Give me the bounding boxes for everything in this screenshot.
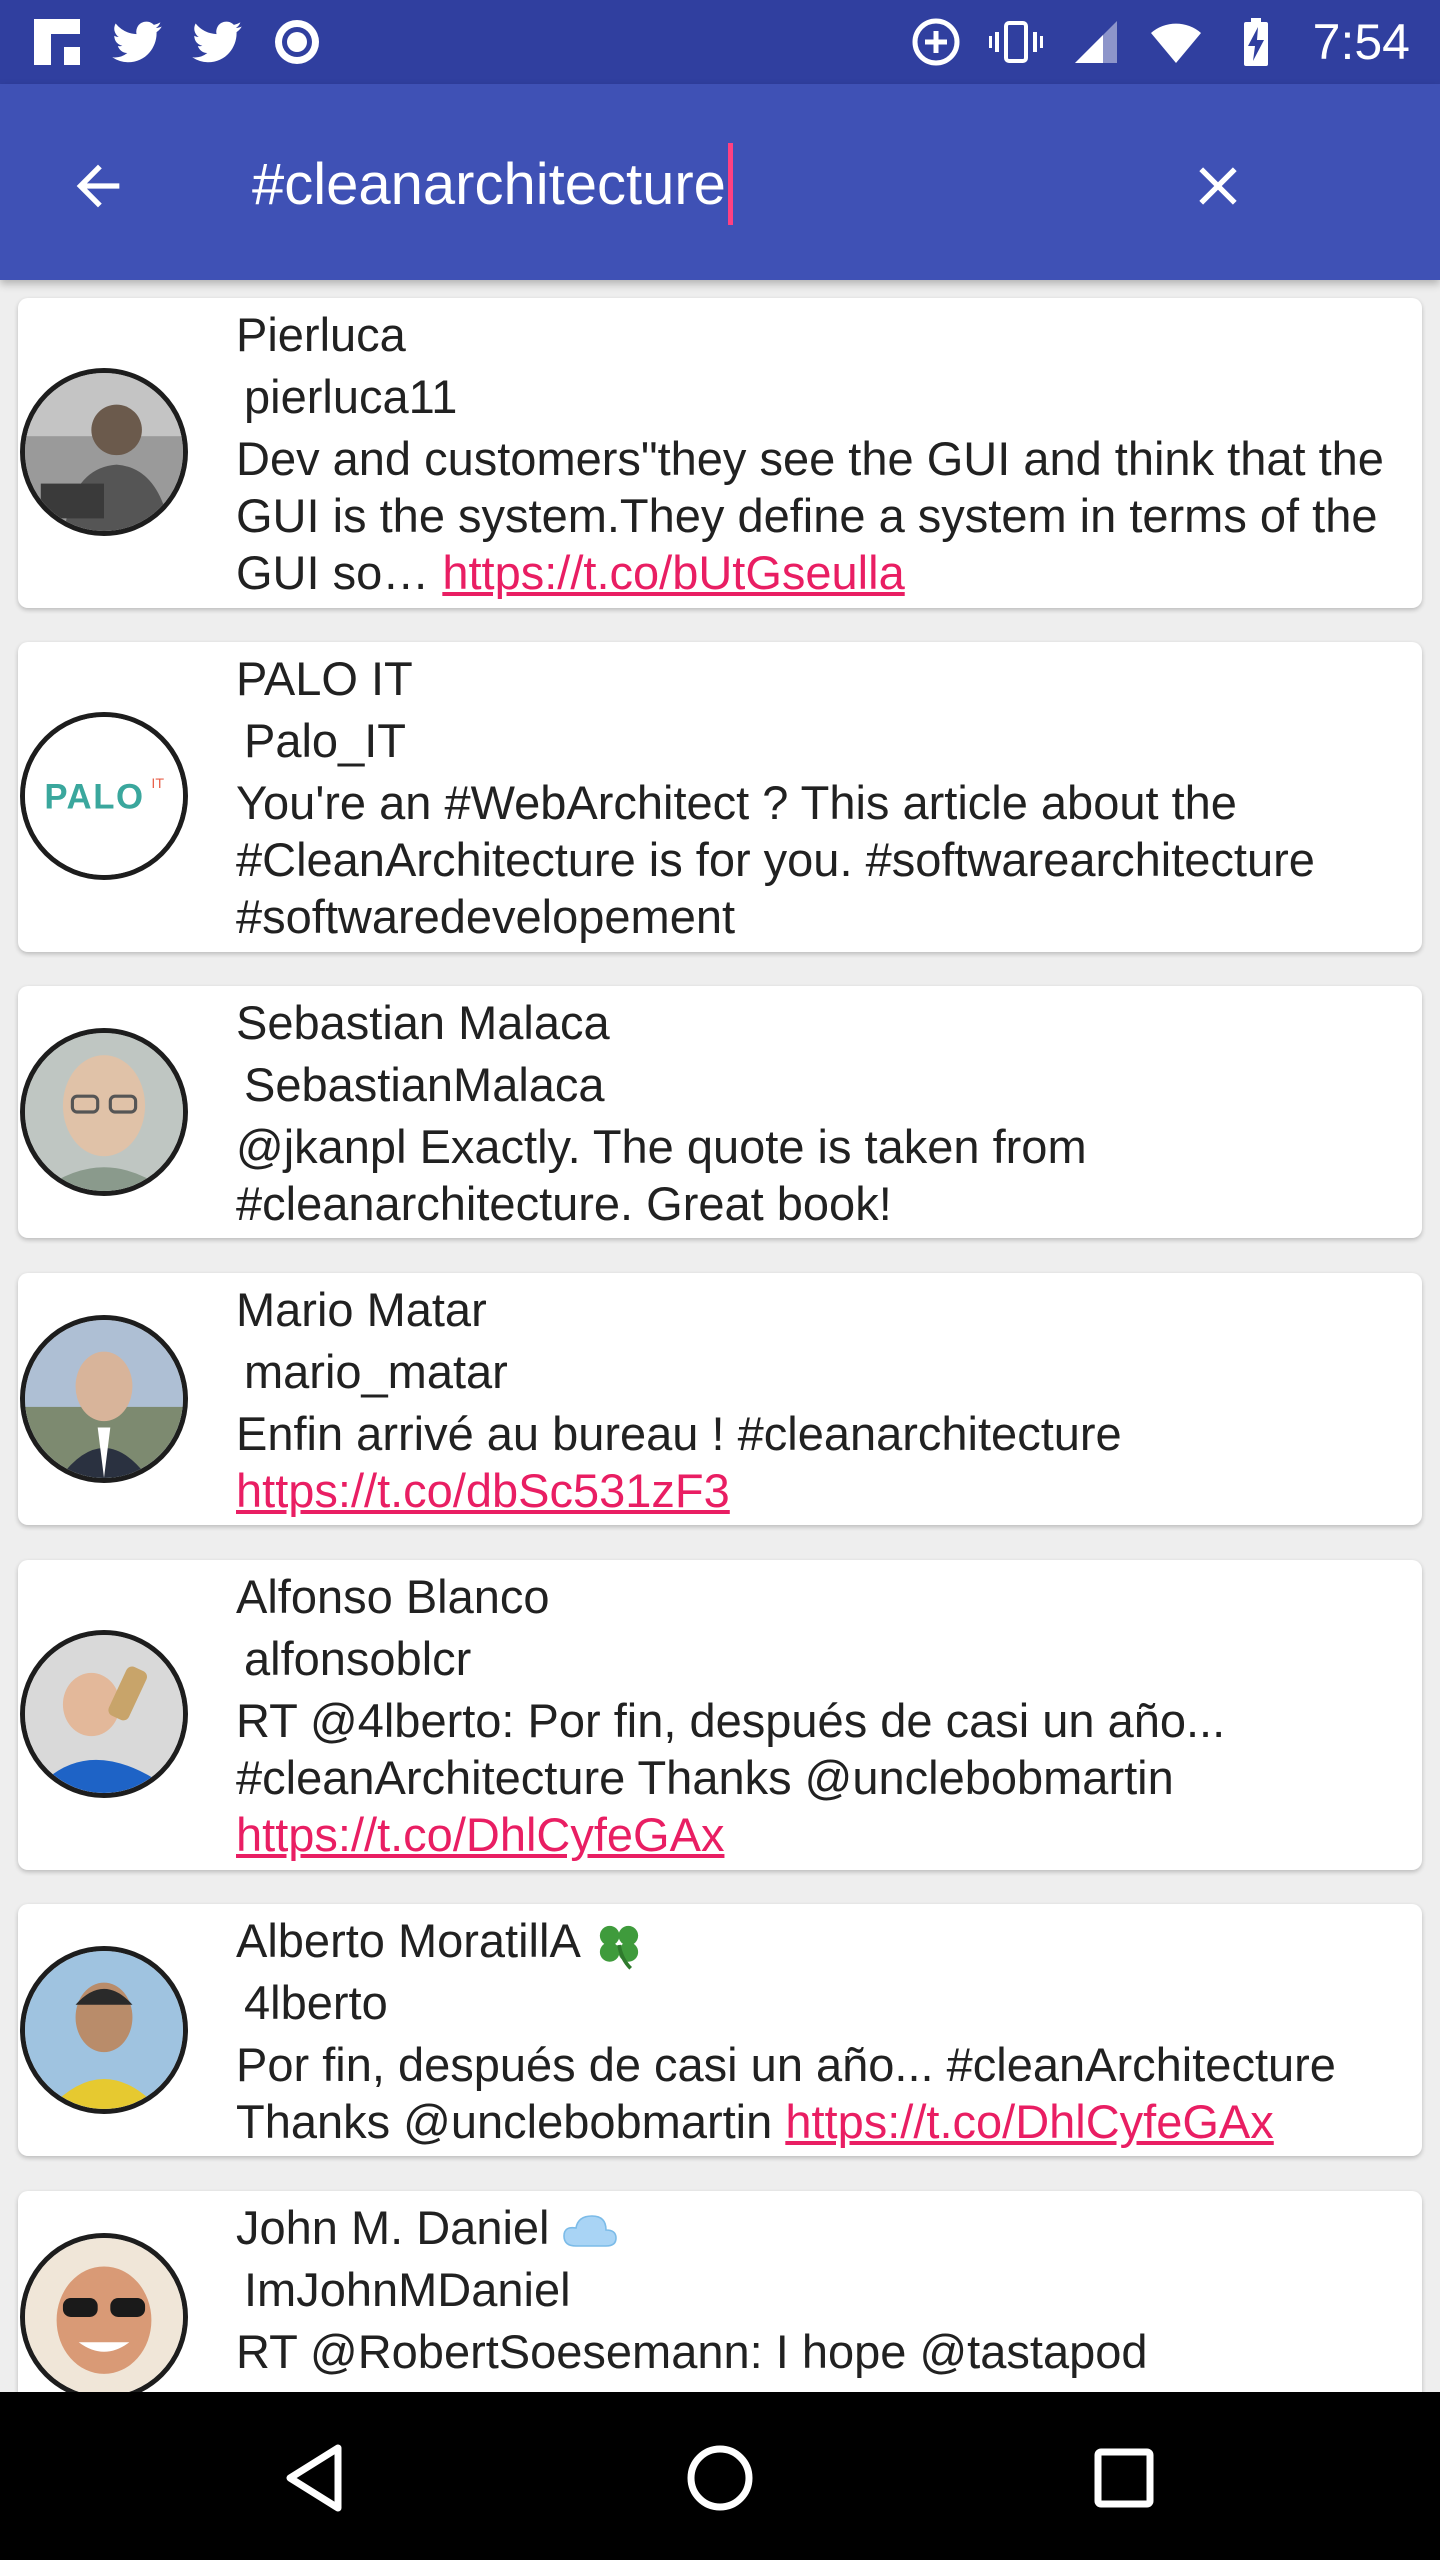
cloud-icon [562, 2214, 617, 2247]
tweet-author-handle: ImJohnMDaniel [244, 2263, 571, 2316]
tweet-author-handle: Palo_IT [244, 714, 406, 767]
tweet-text: RT @RobertSoesemann: I hope @tastapod [236, 2325, 1148, 2378]
tweet-author-name: John M. Daniel [236, 2199, 1416, 2261]
tweet-author-name: PALO IT [236, 652, 413, 705]
four-leaf-clover-icon [599, 1925, 638, 1970]
avatar-photo-man-yellow [25, 1951, 183, 2109]
tweet-author-name: Alberto MoratillA [236, 1912, 1416, 1974]
avatar[interactable] [20, 1315, 188, 1483]
avatar-logo-palo-it: PALO IT [25, 717, 183, 875]
tweet-author-name: Sebastian Malaca [236, 996, 610, 1049]
battery-charging-icon [1243, 18, 1268, 66]
tweet-author-handle: pierluca11 [244, 370, 458, 423]
clear-search-button[interactable] [1178, 146, 1258, 226]
flipboard-icon [34, 19, 80, 65]
tweet-card[interactable]: Alfonso Blanco alfonsoblcr RT @4lberto: … [18, 1560, 1422, 1870]
avatar[interactable] [20, 368, 188, 536]
tweet-author-name: Alfonso Blanco [236, 1570, 550, 1623]
tweet-link[interactable]: https://t.co/bUtGseulla [442, 546, 904, 599]
twitter-icon [192, 21, 242, 63]
tweet-link[interactable]: https://t.co/dbSc531zF3 [236, 1464, 730, 1517]
tweet-author-name-text: John M. Daniel [236, 2201, 550, 2254]
tweet-author-handle: alfonsoblcr [244, 1632, 472, 1685]
clock: 7:54 [1312, 14, 1410, 70]
vibrate-icon [988, 21, 1043, 63]
data-saver-icon [912, 18, 960, 66]
avatar[interactable] [20, 1946, 188, 2114]
tweet-body: RT @4lberto: Por fin, después de casi un… [236, 1692, 1416, 1863]
palo-logo-superscript: IT [151, 776, 164, 792]
tweet-body: @jkanpl Exactly. The quote is taken from… [236, 1118, 1416, 1232]
nav-back-button[interactable] [266, 2428, 366, 2528]
tweet-body: RT @RobertSoesemann: I hope @tastapod [236, 2323, 1416, 2380]
status-system-icons: 7:54 [909, 0, 1410, 84]
tweet-card[interactable]: Mario Matar mario_matar Enfin arrivé au … [18, 1273, 1422, 1525]
tweet-body: Dev and customers"they see the GUI and t… [236, 430, 1416, 601]
avatar-photo-man-drinking [25, 1635, 183, 1793]
avatar-photo-man-glasses [25, 1033, 183, 1191]
tweet-card[interactable]: Pierluca pierluca11 Dev and customers"th… [18, 298, 1422, 608]
tweet-list[interactable]: Pierluca pierluca11 Dev and customers"th… [0, 280, 1440, 2392]
tweet-body: You're an #WebArchitect ? This article a… [236, 774, 1416, 945]
tweet-card[interactable]: John M. Daniel ImJohnMDaniel RT @RobertS… [18, 2191, 1422, 2392]
tweet-author-handle: SebastianMalaca [244, 1058, 605, 1111]
search-input[interactable]: #cleanarchitecture [252, 124, 1152, 244]
nav-home-button[interactable] [670, 2428, 770, 2528]
nav-back-icon [286, 2444, 342, 2512]
arrow-back-icon [76, 164, 120, 208]
tweet-body: Enfin arrivé au bureau ! #cleanarchitect… [236, 1405, 1416, 1519]
avatar-photo-man-laptop [25, 373, 183, 531]
status-notification-icons [30, 0, 324, 84]
nav-home-icon [687, 2445, 753, 2511]
tweet-content: Sebastian Malaca SebastianMalaca @jkanpl… [236, 994, 1416, 1232]
tweet-text: @jkanpl Exactly. The quote is taken from… [236, 1120, 1100, 1230]
avatar[interactable] [20, 1630, 188, 1798]
tweet-link[interactable]: https://t.co/DhlCyfeGAx [236, 1808, 724, 1861]
tweet-content: Pierluca pierluca11 Dev and customers"th… [236, 306, 1416, 601]
tweet-link[interactable]: https://t.co/DhlCyfeGAx [785, 2095, 1273, 2148]
nav-recents-icon [1094, 2448, 1154, 2508]
tweet-content: PALO IT Palo_IT You're an #WebArchitect … [236, 650, 1416, 945]
tweet-text: You're an #WebArchitect ? This article a… [236, 776, 1328, 943]
tweet-author-name: Pierluca [236, 308, 406, 361]
avatar[interactable] [20, 1028, 188, 1196]
tweet-content: Alberto MoratillA 4lberto Por fin, despu… [236, 1912, 1416, 2150]
tweet-author-name: Mario Matar [236, 1283, 487, 1336]
tweet-card[interactable]: Sebastian Malaca SebastianMalaca @jkanpl… [18, 986, 1422, 1238]
tweet-author-name-text: Alberto MoratillA [236, 1914, 581, 1967]
tweet-author-handle: 4lberto [244, 1976, 388, 2029]
search-query: #cleanarchitecture [252, 151, 726, 217]
avatar-photo-man-suit [25, 1320, 183, 1478]
text-cursor [727, 143, 733, 225]
navigation-bar [0, 2392, 1440, 2560]
signal-icon [1074, 21, 1117, 63]
close-icon [1199, 167, 1237, 205]
status-bar: 7:54 [0, 0, 1440, 84]
circle-app-icon [275, 20, 319, 64]
tweet-body: Por fin, después de casi un año... #clea… [236, 2036, 1416, 2150]
tweet-card[interactable]: PALO IT PALO IT Palo_IT You're an #WebAr… [18, 642, 1422, 952]
tweet-content: Alfonso Blanco alfonsoblcr RT @4lberto: … [236, 1568, 1416, 1863]
wifi-icon [1150, 23, 1201, 63]
tweet-card[interactable]: Alberto MoratillA 4lberto Por fin, despu… [18, 1904, 1422, 2156]
avatar-photo-man-sunglasses [25, 2238, 183, 2392]
avatar[interactable]: PALO IT [20, 712, 188, 880]
tweet-text: Enfin arrivé au bureau ! #cleanarchitect… [236, 1407, 1135, 1460]
palo-logo-text: PALO [44, 779, 144, 817]
tweet-text: RT @4lberto: Por fin, después de casi un… [236, 1694, 1239, 1804]
back-button[interactable] [58, 146, 138, 226]
twitter-icon [112, 21, 162, 63]
avatar[interactable] [20, 2233, 188, 2392]
tweet-author-handle: mario_matar [244, 1345, 508, 1398]
nav-recents-button[interactable] [1074, 2428, 1174, 2528]
search-toolbar: #cleanarchitecture [0, 84, 1440, 280]
tweet-content: John M. Daniel ImJohnMDaniel RT @RobertS… [236, 2199, 1416, 2380]
tweet-content: Mario Matar mario_matar Enfin arrivé au … [236, 1281, 1416, 1519]
